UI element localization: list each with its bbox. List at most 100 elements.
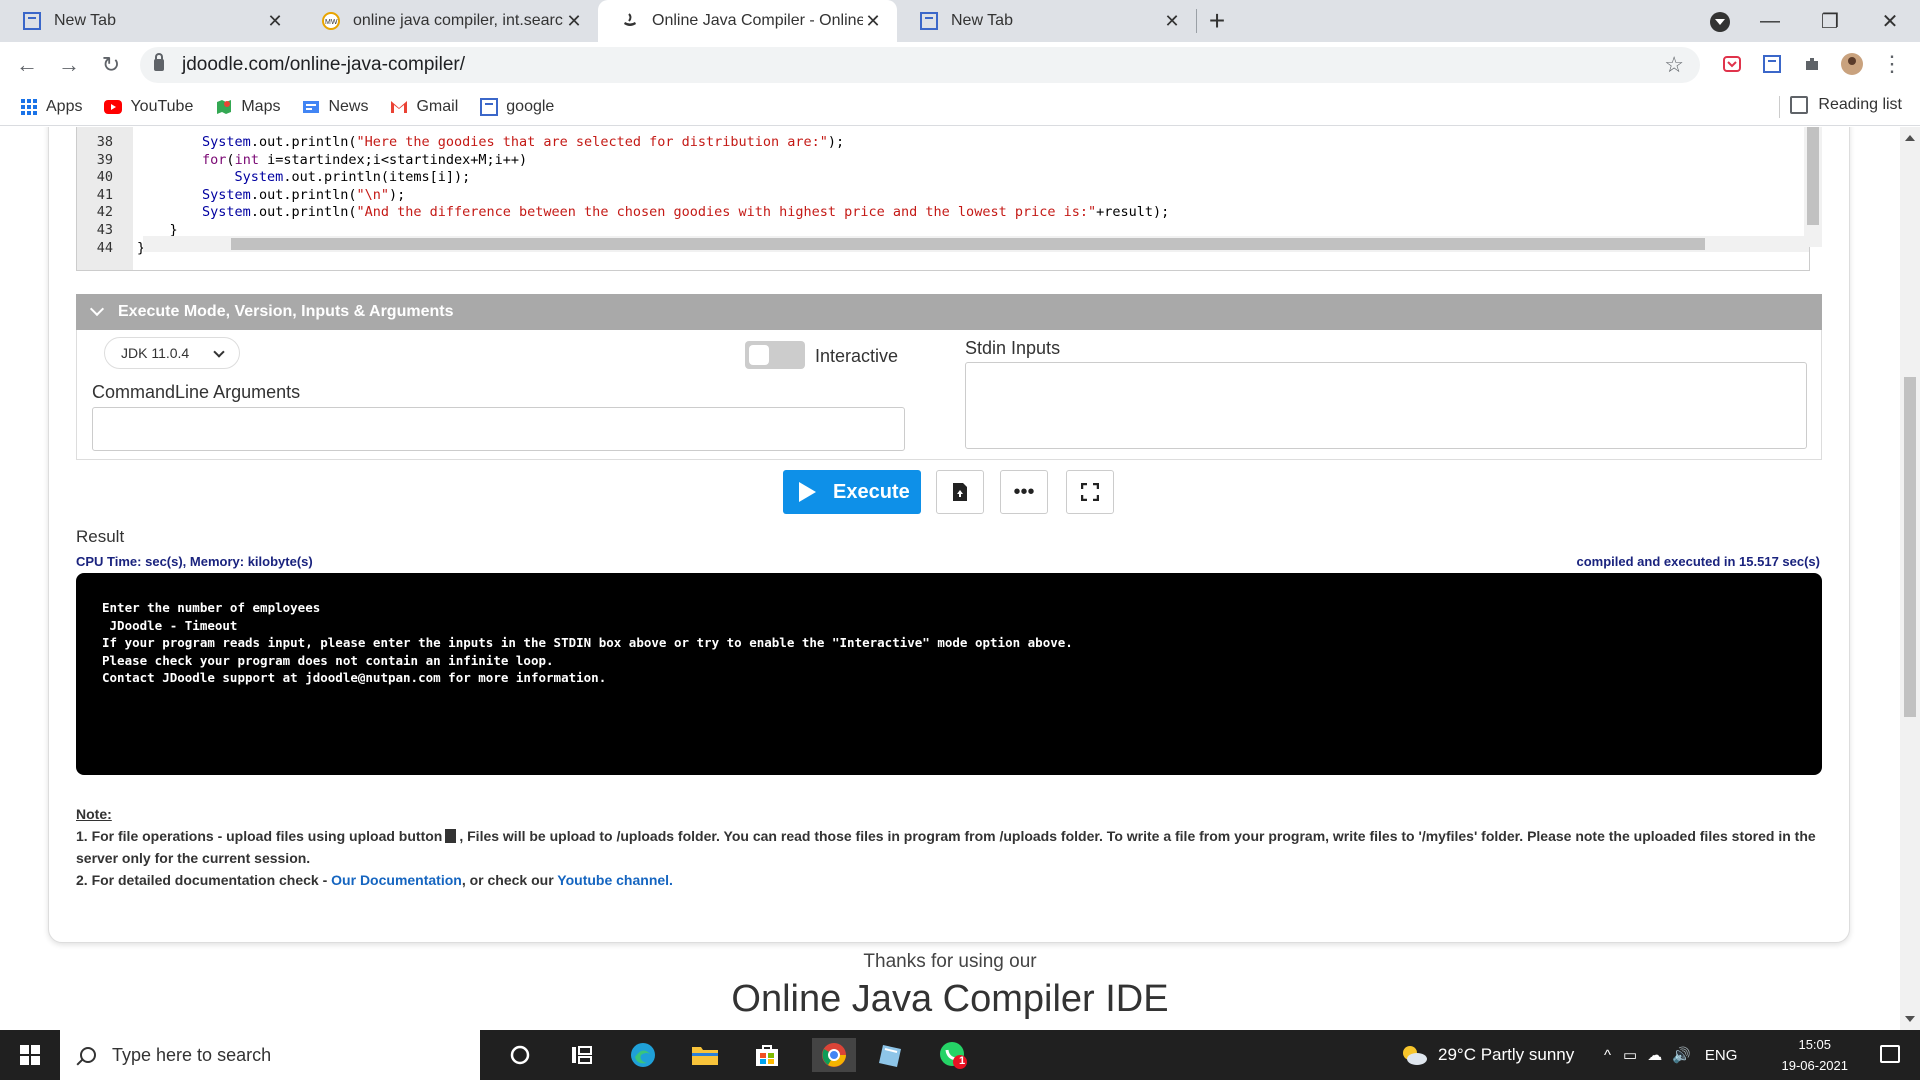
- scroll-up-arrow[interactable]: [1905, 135, 1915, 141]
- execute-button[interactable]: Execute: [783, 470, 921, 514]
- partly-sunny-icon: [1403, 1046, 1427, 1065]
- bookmark-gmail[interactable]: Gmail: [390, 98, 458, 116]
- execute-options-title: Execute Mode, Version, Inputs & Argument…: [118, 303, 454, 320]
- thanks-text: Thanks for using our: [863, 951, 1037, 972]
- bookmark-google[interactable]: google: [480, 97, 555, 116]
- fullscreen-button[interactable]: [1066, 470, 1114, 514]
- code-line: 41 System.out.println("\n");: [77, 187, 1169, 205]
- notes-app-icon[interactable]: [874, 1038, 908, 1072]
- jdk-version-select[interactable]: JDK 11.0.4: [104, 337, 240, 369]
- bookmark-maps[interactable]: Maps: [215, 98, 280, 116]
- close-icon[interactable]: ✕: [1162, 11, 1182, 32]
- bookmark-star-icon[interactable]: ☆: [1664, 52, 1684, 78]
- note-line-1: 1. For file operations - upload files us…: [76, 825, 1822, 869]
- cpu-stats: CPU Time: sec(s), Memory: kilobyte(s): [76, 554, 313, 569]
- stdin-input[interactable]: [965, 362, 1807, 449]
- upload-file-icon: [953, 483, 967, 501]
- tab-search-results[interactable]: MW online java compiler, int.search.m ✕: [299, 0, 598, 42]
- cortana-icon[interactable]: [503, 1038, 537, 1072]
- menu-kebab-icon[interactable]: ⋮: [1880, 51, 1904, 76]
- forward-icon[interactable]: →: [54, 50, 84, 80]
- scroll-down-arrow[interactable]: [1905, 1016, 1915, 1022]
- code-text: System.out.println(items[i]);: [119, 169, 471, 187]
- search-extension-icon[interactable]: [1760, 52, 1784, 76]
- code-text: for(int i=startindex;i<startindex+M;i++): [119, 152, 527, 170]
- windows-logo-icon: [20, 1045, 40, 1065]
- editor-vertical-scrollbar[interactable]: [1804, 127, 1822, 247]
- youtube-channel-link[interactable]: Youtube channel.: [557, 872, 673, 888]
- address-bar[interactable]: jdoodle.com/online-java-compiler/ ☆: [140, 47, 1700, 83]
- documentation-link[interactable]: Our Documentation: [331, 872, 462, 888]
- code-editor[interactable]: 38 System.out.println("Here the goodies …: [76, 127, 1810, 271]
- profile-avatar[interactable]: [1840, 52, 1864, 76]
- close-icon[interactable]: ✕: [564, 11, 584, 32]
- code-content: System.out.println("\n");: [202, 186, 406, 203]
- upload-file-button[interactable]: [936, 470, 984, 514]
- maximize-icon[interactable]: ❐: [1800, 9, 1860, 34]
- network-icon[interactable]: ☁: [1647, 1046, 1662, 1064]
- page-icon: [22, 11, 42, 31]
- tab-search-icon[interactable]: [1710, 12, 1730, 32]
- chevron-down-icon: [89, 301, 105, 317]
- page-viewport: 38 System.out.println("Here the goodies …: [0, 127, 1900, 1030]
- meet-now-icon[interactable]: ▭: [1623, 1046, 1637, 1064]
- scrollbar-thumb[interactable]: [1904, 377, 1916, 717]
- chrome-icon[interactable]: [812, 1038, 856, 1072]
- page-vertical-scrollbar[interactable]: [1900, 127, 1920, 1030]
- reading-list-button[interactable]: Reading list: [1790, 96, 1902, 114]
- extensions-puzzle-icon[interactable]: [1800, 52, 1824, 76]
- chevron-up-icon[interactable]: ^: [1604, 1047, 1611, 1064]
- store-icon[interactable]: [750, 1038, 784, 1072]
- reload-icon[interactable]: ↻: [96, 50, 126, 80]
- code-content: System.out.println(items[i]);: [234, 169, 471, 186]
- file-explorer-icon[interactable]: [688, 1038, 722, 1072]
- bookmark-youtube[interactable]: YouTube: [104, 98, 193, 116]
- tab-new-tab-1[interactable]: New Tab ✕: [0, 0, 299, 42]
- bookmark-label: google: [506, 97, 555, 115]
- code-text: System.out.println("Here the goodies tha…: [119, 134, 844, 152]
- line-number: 43: [96, 221, 113, 238]
- maps-icon: [215, 98, 233, 116]
- clock-time: 15:05: [1798, 1037, 1832, 1052]
- start-button[interactable]: [0, 1030, 60, 1080]
- lock-icon[interactable]: [154, 53, 164, 71]
- bookmark-apps[interactable]: Apps: [20, 98, 82, 116]
- close-icon[interactable]: ✕: [265, 11, 285, 32]
- execute-options-header[interactable]: Execute Mode, Version, Inputs & Argument…: [76, 294, 1822, 330]
- minimize-icon[interactable]: —: [1740, 10, 1800, 33]
- scrollbar-thumb[interactable]: [231, 238, 1705, 250]
- note-text: , or check our: [461, 872, 558, 888]
- taskbar-search-box[interactable]: Type here to search: [60, 1030, 480, 1080]
- bookmark-label: YouTube: [130, 97, 194, 115]
- url-text: jdoodle.com/online-java-compiler/: [182, 54, 466, 75]
- taskbar-search-placeholder: Type here to search: [112, 1044, 272, 1065]
- new-tab-button[interactable]: +: [1197, 0, 1237, 42]
- jdk-version-value: JDK 11.0.4: [121, 345, 190, 361]
- fullscreen-icon: [1081, 483, 1099, 501]
- notification-center-icon[interactable]: [1880, 1045, 1900, 1063]
- clock-date: 19-06-2021: [1781, 1058, 1849, 1073]
- language-indicator[interactable]: ENG: [1705, 1047, 1738, 1064]
- pocket-extension-icon[interactable]: [1720, 52, 1744, 76]
- cmdline-input[interactable]: [92, 407, 905, 451]
- chevron-down-icon: [213, 346, 225, 358]
- scrollbar-thumb[interactable]: [1807, 127, 1819, 225]
- notes-section: Note: 1. For file operations - upload fi…: [76, 803, 1822, 891]
- task-view-icon[interactable]: [565, 1038, 599, 1072]
- volume-icon[interactable]: 🔊: [1672, 1046, 1691, 1064]
- tab-online-java-compiler[interactable]: Online Java Compiler - Online Ja ✕: [598, 0, 897, 42]
- mw-icon: MW: [321, 11, 341, 31]
- bookmark-news[interactable]: News: [302, 98, 368, 116]
- edge-icon[interactable]: [626, 1038, 660, 1072]
- tab-new-tab-2[interactable]: New Tab ✕: [897, 0, 1196, 42]
- more-options-button[interactable]: •••: [1000, 470, 1048, 514]
- interactive-toggle[interactable]: [745, 341, 805, 369]
- close-window-icon[interactable]: ✕: [1860, 9, 1920, 34]
- editor-horizontal-scrollbar[interactable]: [143, 236, 1809, 252]
- close-icon[interactable]: ✕: [863, 11, 883, 32]
- code-line: 42 System.out.println("And the differenc…: [77, 204, 1170, 222]
- system-clock[interactable]: 15:05 19-06-2021: [1782, 1034, 1849, 1076]
- back-icon[interactable]: ←: [12, 50, 42, 80]
- output-line: Contact JDoodle support at jdoodle@nutpa…: [102, 670, 607, 686]
- weather-widget[interactable]: 29°C Partly sunny: [1400, 1030, 1574, 1080]
